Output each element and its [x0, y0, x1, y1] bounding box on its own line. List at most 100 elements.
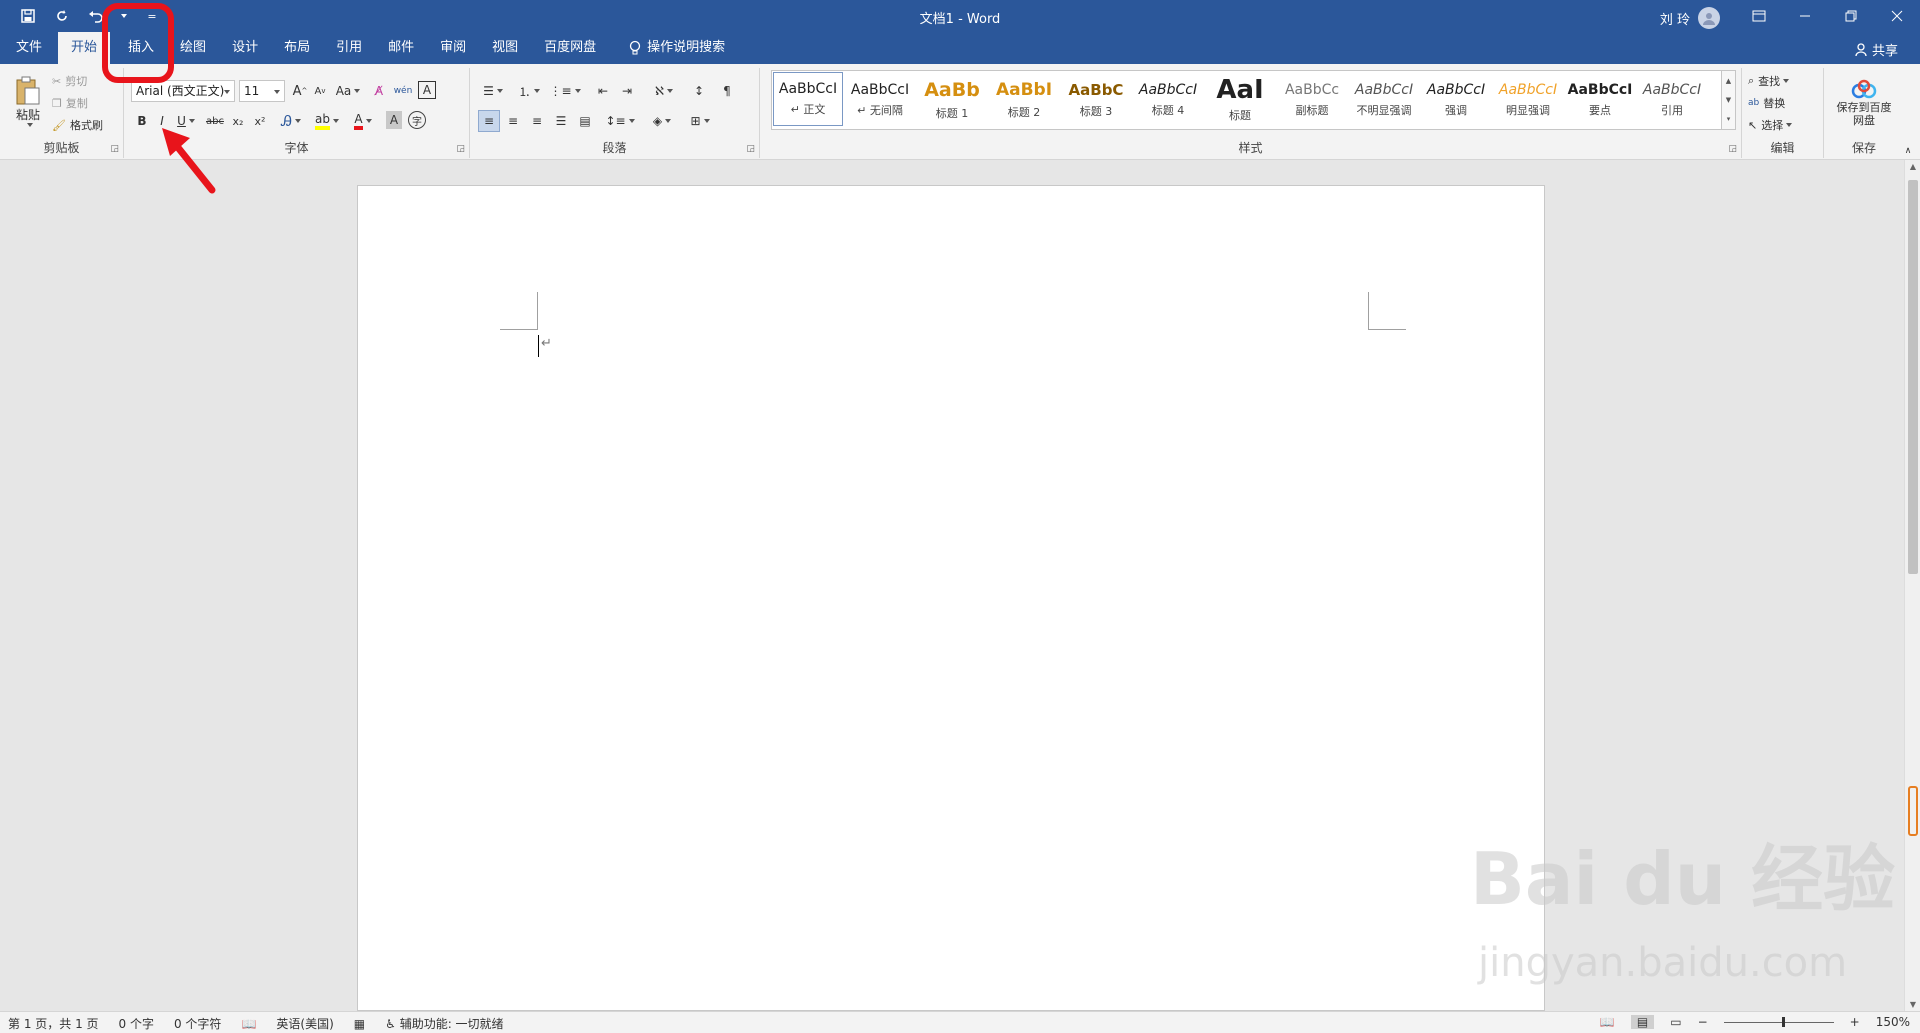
avatar[interactable] [1698, 7, 1720, 29]
zoom-out-button[interactable]: − [1698, 1015, 1708, 1029]
font-size-combo[interactable]: 11 [239, 80, 285, 102]
paragraph-dialog-launcher[interactable]: ◲ [746, 144, 755, 154]
chinese-layout-button[interactable]: ℵ [648, 80, 680, 102]
font-family-combo[interactable]: Arial (西文正文) [131, 80, 235, 102]
style-normal[interactable]: AaBbCcI ↵ 正文 [773, 72, 843, 126]
minimize-button[interactable] [1782, 0, 1828, 32]
paste-button[interactable]: 粘贴 [8, 70, 48, 132]
tab-mailings[interactable]: 邮件 [375, 32, 427, 64]
clear-formatting-button[interactable]: A̸ [370, 80, 388, 102]
scroll-up-arrow[interactable]: ▲ [1905, 162, 1920, 171]
language[interactable]: 英语(美国) [276, 1015, 333, 1032]
paste-dropdown[interactable] [26, 122, 33, 127]
tab-layout[interactable]: 布局 [271, 32, 323, 64]
style-heading-2[interactable]: AaBbI 标题 2 [988, 71, 1060, 129]
tell-me-search[interactable]: 操作说明搜索 [609, 32, 738, 64]
tab-draw[interactable]: 绘图 [167, 32, 219, 64]
more-styles-icon[interactable]: ▾ [1727, 115, 1731, 123]
shrink-font-button[interactable]: Av [312, 80, 328, 102]
style-subtitle[interactable]: AaBbCc 副标题 [1276, 71, 1348, 129]
bold-button[interactable]: B [134, 110, 150, 132]
macro-icon[interactable]: ▦ [354, 1017, 365, 1031]
chevron-up-icon[interactable]: ▲ [1726, 77, 1731, 85]
phonetic-guide-button[interactable]: wén [392, 80, 414, 102]
tab-baidu-netdisk[interactable]: 百度网盘 [531, 32, 609, 64]
chevron-down-icon[interactable]: ▼ [1726, 96, 1731, 104]
character-border-button[interactable]: A [418, 81, 436, 99]
clipboard-dialog-launcher[interactable]: ◲ [110, 144, 119, 154]
tab-design[interactable]: 设计 [219, 32, 271, 64]
bullets-button[interactable]: ☰ [478, 80, 508, 102]
style-no-spacing[interactable]: AaBbCcI ↵ 无间隔 [844, 71, 916, 129]
numbering-button[interactable]: ⒈ [514, 80, 544, 102]
restore-button[interactable] [1828, 0, 1874, 32]
scroll-down-arrow[interactable]: ▼ [1905, 1000, 1920, 1009]
read-mode-button[interactable]: 📖 [1600, 1015, 1615, 1029]
tab-file[interactable]: 文件 [0, 32, 58, 64]
close-button[interactable] [1874, 0, 1920, 32]
shading-button[interactable]: ◈ [646, 110, 678, 132]
format-painter-button[interactable]: 🖌 格式刷 [52, 116, 103, 134]
ribbon-display-options-button[interactable] [1736, 0, 1782, 32]
zoom-level[interactable]: 150% [1876, 1015, 1910, 1029]
style-subtle-emphasis[interactable]: AaBbCcI 不明显强调 [1348, 71, 1420, 129]
sort-button[interactable]: ↕ [688, 80, 710, 102]
font-dialog-launcher[interactable]: ◲ [456, 144, 465, 154]
show-marks-button[interactable]: ¶ [716, 80, 738, 102]
collapse-ribbon-button[interactable]: ∧ [1900, 144, 1916, 158]
user-account[interactable]: 刘 玲 [1660, 7, 1720, 29]
save-to-baidu-button[interactable]: 保存到百度网盘 [1824, 70, 1904, 136]
align-center-button[interactable]: ≡ [502, 110, 524, 132]
document-page[interactable]: ↵ [357, 185, 1545, 1011]
align-left-button[interactable]: ≡ [478, 110, 500, 132]
tab-view[interactable]: 视图 [479, 32, 531, 64]
zoom-slider[interactable] [1723, 1016, 1834, 1027]
char-count[interactable]: 0 个字符 [174, 1015, 221, 1032]
copy-button[interactable]: ❐ 复制 [52, 94, 88, 112]
select-button[interactable]: ↖ 选择 [1748, 116, 1793, 134]
style-intense-emphasis[interactable]: AaBbCcI 明显强调 [1492, 71, 1564, 129]
tab-references[interactable]: 引用 [323, 32, 375, 64]
tab-review[interactable]: 审阅 [427, 32, 479, 64]
replace-button[interactable]: ab 替换 [1748, 94, 1785, 112]
decrease-indent-button[interactable]: ⇤ [592, 80, 614, 102]
page-count[interactable]: 第 1 页，共 1 页 [8, 1015, 99, 1032]
accessibility-status[interactable]: ♿︎ 辅助功能: 一切就绪 [385, 1015, 503, 1032]
zoom-slider-knob[interactable] [1781, 1016, 1785, 1027]
superscript-button[interactable]: x² [250, 110, 270, 132]
line-spacing-button[interactable]: ↕≡ [604, 110, 636, 132]
vertical-scrollbar[interactable]: ▲ ▼ [1904, 160, 1920, 1011]
grow-font-button[interactable]: A ^ [292, 80, 308, 102]
distributed-button[interactable]: ▤ [574, 110, 596, 132]
align-right-button[interactable]: ≡ [526, 110, 548, 132]
find-button[interactable]: ⌕ 查找 [1748, 72, 1790, 90]
cut-button[interactable]: ✂ 剪切 [52, 72, 87, 90]
style-strong[interactable]: AaBbCcI 要点 [1564, 71, 1636, 129]
style-heading-1[interactable]: AaBb 标题 1 [916, 71, 988, 129]
justify-button[interactable]: ☰ [550, 110, 572, 132]
text-effects-button[interactable]: Ꭿ [276, 110, 306, 132]
styles-dialog-launcher[interactable]: ◲ [1728, 144, 1737, 154]
font-color-button[interactable]: A [348, 110, 378, 132]
zoom-in-button[interactable]: + [1850, 1015, 1860, 1029]
change-case-button[interactable]: Aa [334, 80, 362, 102]
style-heading-3[interactable]: AaBbC 标题 3 [1060, 71, 1132, 129]
increase-indent-button[interactable]: ⇥ [616, 80, 638, 102]
web-layout-button[interactable]: ▭ [1670, 1015, 1681, 1029]
enclose-characters-button[interactable]: 字 [408, 111, 426, 129]
word-count[interactable]: 0 个字 [119, 1015, 154, 1032]
style-heading-4[interactable]: AaBbCcI 标题 4 [1132, 71, 1204, 129]
scrollbar-thumb[interactable] [1908, 180, 1918, 574]
style-quote[interactable]: AaBbCcI 引用 [1636, 71, 1708, 129]
print-layout-button[interactable]: ▤ [1630, 1015, 1655, 1029]
style-title[interactable]: AaI 标题 [1204, 71, 1276, 129]
highlight-button[interactable]: ab [312, 110, 342, 132]
character-shading-button[interactable]: A [386, 111, 402, 129]
borders-button[interactable]: ⊞ [684, 110, 716, 132]
style-emphasis[interactable]: AaBbCcI 强调 [1420, 71, 1492, 129]
styles-gallery-scroll[interactable]: ▲ ▼ ▾ [1722, 70, 1736, 130]
share-button[interactable]: 共享 [1855, 40, 1898, 59]
proofing-icon[interactable]: 📖 [241, 1017, 256, 1031]
multilevel-list-button[interactable]: ⋮≡ [549, 80, 581, 102]
subscript-button[interactable]: x₂ [228, 110, 248, 132]
